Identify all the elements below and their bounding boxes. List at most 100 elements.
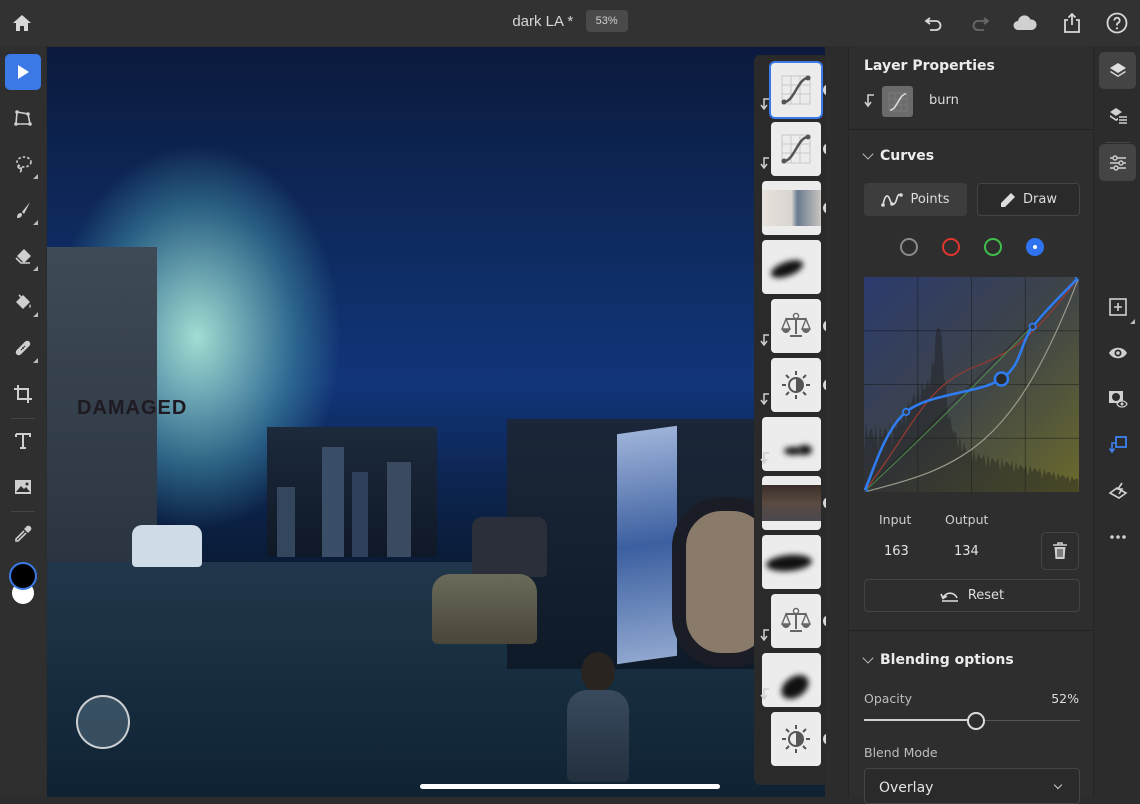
help-button[interactable] bbox=[1105, 11, 1129, 35]
image-canvas[interactable]: DAMAGED bbox=[47, 47, 825, 797]
rail-add-layer-button[interactable] bbox=[1099, 288, 1136, 325]
submenu-indicator bbox=[1130, 319, 1135, 324]
tool-eyedropper[interactable] bbox=[5, 516, 41, 552]
chevron-down-icon bbox=[862, 148, 874, 160]
curve-point[interactable] bbox=[1028, 322, 1037, 331]
layer-item[interactable] bbox=[754, 532, 826, 592]
mask-shape bbox=[776, 670, 814, 704]
rail-divider bbox=[1106, 142, 1130, 143]
curves-section-header[interactable]: Curves bbox=[862, 148, 934, 164]
share-button[interactable] bbox=[1060, 11, 1084, 35]
delete-point-button[interactable] bbox=[1041, 532, 1079, 570]
layer-name[interactable]: burn bbox=[929, 93, 959, 108]
crop-icon bbox=[14, 385, 32, 403]
undo-button[interactable] bbox=[922, 11, 946, 35]
rail-visibility-button[interactable] bbox=[1099, 334, 1136, 371]
slider-knob[interactable] bbox=[967, 712, 986, 730]
layer-thumbnail bbox=[882, 86, 913, 117]
clip-arrow-icon bbox=[864, 94, 874, 108]
cloud-button[interactable] bbox=[1012, 11, 1038, 35]
lasso-icon bbox=[16, 156, 32, 173]
blend-mode-select[interactable]: Overlay bbox=[864, 768, 1080, 804]
eyedropper-icon bbox=[15, 525, 32, 542]
tool-type[interactable] bbox=[5, 423, 41, 459]
sliders-icon bbox=[1109, 154, 1126, 171]
layer-item[interactable] bbox=[754, 473, 826, 533]
rail-more-button[interactable] bbox=[1099, 518, 1136, 555]
curve-point[interactable] bbox=[902, 407, 911, 417]
curve-point[interactable] bbox=[1074, 277, 1079, 282]
curve-point[interactable] bbox=[864, 487, 869, 492]
clip-layer-icon bbox=[1108, 435, 1127, 453]
layer-item[interactable] bbox=[754, 650, 826, 710]
rail-merge-button[interactable] bbox=[1099, 472, 1136, 509]
redo-button[interactable] bbox=[968, 11, 992, 35]
layer-item[interactable] bbox=[754, 119, 826, 179]
layer-item[interactable] bbox=[754, 178, 826, 238]
layer-item[interactable] bbox=[754, 355, 826, 415]
opacity-slider[interactable] bbox=[864, 712, 1080, 730]
rail-mask-button[interactable] bbox=[1099, 380, 1136, 417]
brush-cursor[interactable] bbox=[76, 695, 130, 749]
tool-lasso[interactable] bbox=[5, 146, 41, 182]
layer-item[interactable] bbox=[754, 296, 826, 356]
tool-transform[interactable] bbox=[5, 100, 41, 136]
tool-fill[interactable] bbox=[5, 284, 41, 320]
current-layer-row: burn bbox=[864, 86, 1084, 118]
mask-shape bbox=[765, 553, 813, 573]
curve-point-selected[interactable] bbox=[993, 371, 1010, 387]
output-value[interactable]: 134 bbox=[954, 544, 979, 559]
channel-green-button[interactable] bbox=[984, 238, 1002, 256]
blending-section-header[interactable]: Blending options bbox=[862, 652, 1014, 668]
reset-button[interactable]: Reset bbox=[864, 579, 1080, 612]
opacity-label: Opacity bbox=[864, 691, 913, 706]
home-indicator[interactable] bbox=[420, 784, 720, 789]
channel-rgb-button[interactable] bbox=[900, 238, 918, 256]
undo-icon bbox=[924, 17, 942, 31]
rail-adjustments-button[interactable] bbox=[1099, 144, 1136, 181]
reset-icon bbox=[940, 591, 958, 602]
layer-item[interactable] bbox=[754, 414, 826, 474]
layers-icon bbox=[1109, 62, 1126, 77]
rail-layer-list-button[interactable] bbox=[1099, 97, 1136, 134]
layer-item[interactable] bbox=[754, 709, 826, 769]
draw-mode-button[interactable]: Draw bbox=[977, 183, 1080, 216]
input-value[interactable]: 163 bbox=[884, 544, 909, 559]
curves-graph[interactable] bbox=[864, 277, 1079, 492]
submenu-indicator bbox=[33, 220, 38, 225]
balance-scale-icon bbox=[780, 312, 812, 337]
photo-thumbnail bbox=[762, 190, 821, 226]
draw-label: Draw bbox=[1023, 192, 1057, 207]
points-curve-icon bbox=[881, 192, 904, 207]
tools-toolbar bbox=[0, 46, 46, 797]
layer-item[interactable] bbox=[754, 60, 826, 120]
chevron-down-icon bbox=[1053, 780, 1063, 790]
layer-item[interactable] bbox=[754, 237, 826, 297]
rail-layers-button[interactable] bbox=[1099, 52, 1136, 89]
toolbar-divider bbox=[11, 418, 35, 419]
layer-thumbnail bbox=[771, 594, 821, 648]
tool-healing[interactable] bbox=[5, 330, 41, 366]
layers-list-icon bbox=[1109, 107, 1127, 124]
layer-item[interactable] bbox=[754, 591, 826, 651]
channel-red-button[interactable] bbox=[942, 238, 960, 256]
tool-select[interactable] bbox=[5, 54, 41, 90]
chevron-down-icon bbox=[862, 652, 874, 664]
foreground-color-swatch[interactable] bbox=[9, 562, 37, 590]
panel-gutter bbox=[826, 46, 848, 797]
merge-layers-icon bbox=[1108, 482, 1127, 499]
tool-crop[interactable] bbox=[5, 376, 41, 412]
tool-place-image[interactable] bbox=[5, 469, 41, 505]
zoom-level-badge[interactable]: 53% bbox=[585, 10, 628, 32]
channel-blue-button[interactable] bbox=[1026, 238, 1044, 256]
points-mode-button[interactable]: Points bbox=[864, 183, 967, 216]
opacity-value[interactable]: 52% bbox=[1051, 691, 1079, 706]
tool-brush[interactable] bbox=[5, 192, 41, 228]
document-title[interactable]: dark LA * bbox=[512, 13, 573, 30]
layer-thumbnail bbox=[762, 240, 821, 294]
mask-visibility-icon bbox=[1108, 390, 1128, 408]
clip-arrow-icon bbox=[760, 452, 770, 464]
eye-icon bbox=[1108, 347, 1127, 358]
rail-clip-button[interactable] bbox=[1099, 426, 1136, 463]
tool-eraser[interactable] bbox=[5, 238, 41, 274]
